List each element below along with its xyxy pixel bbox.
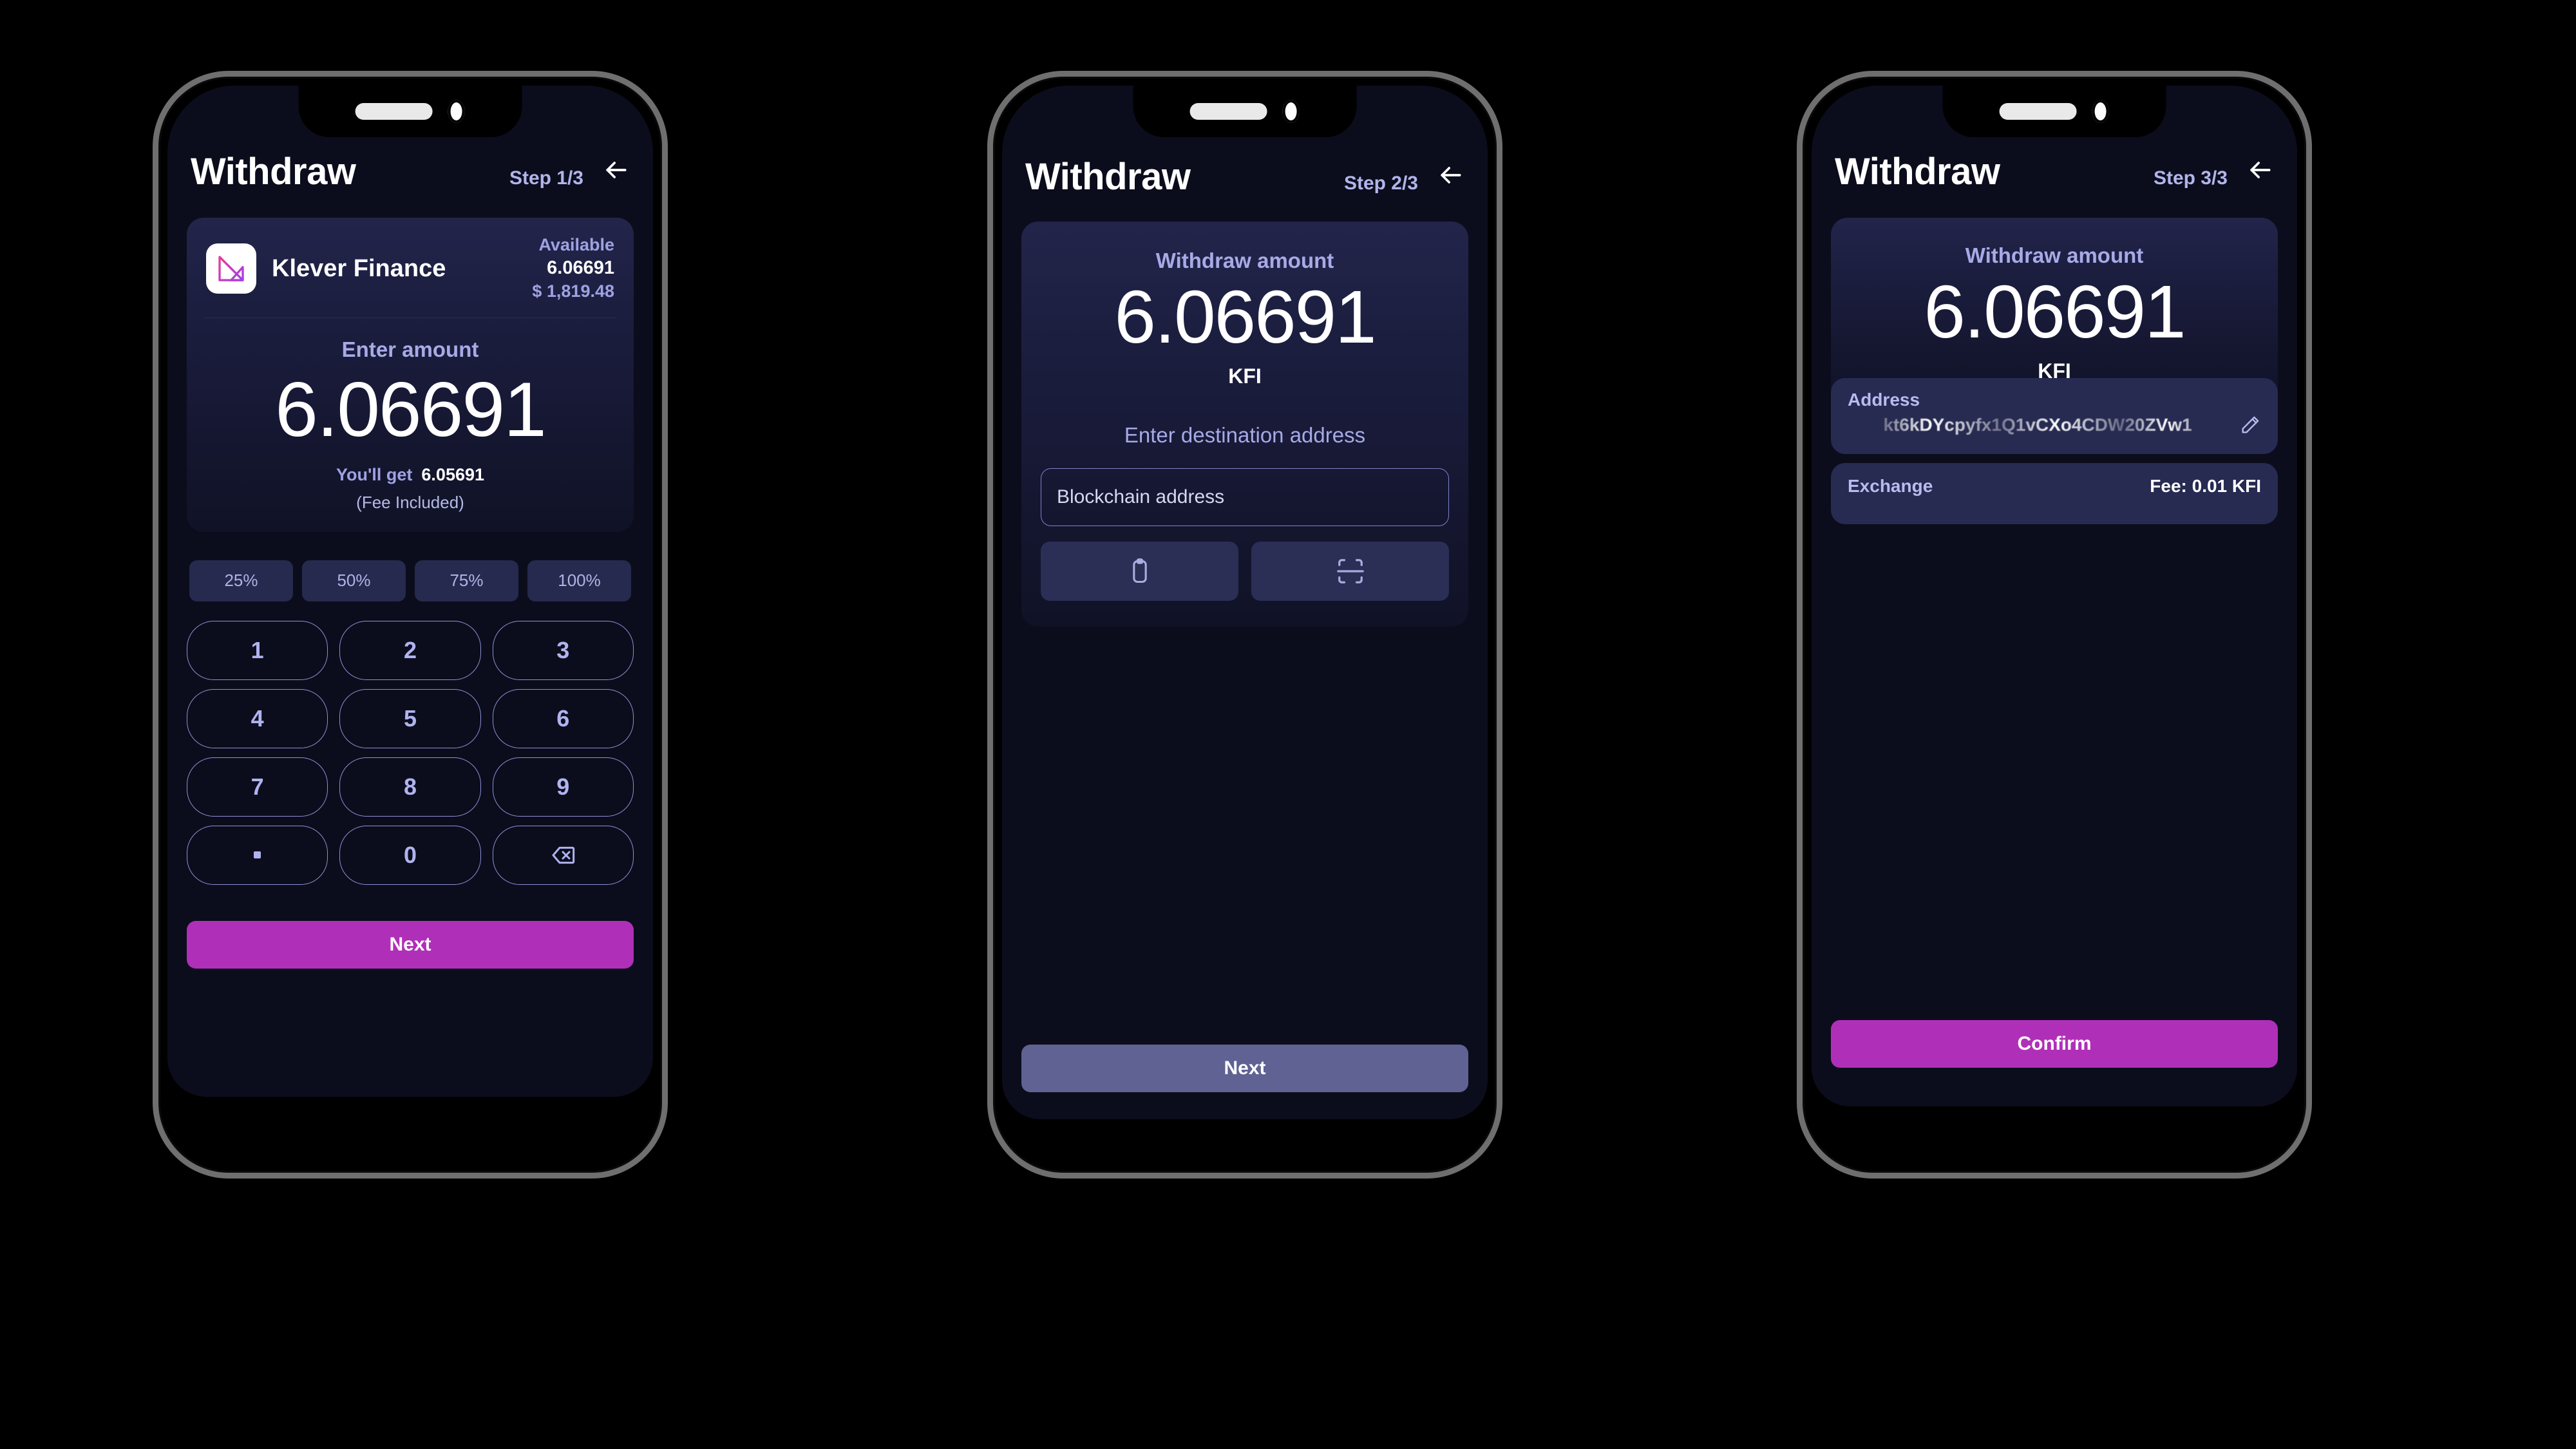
clipboard-icon (1126, 557, 1154, 585)
available-usd: $ 1,819.48 (532, 281, 614, 301)
arrow-left-icon[interactable] (601, 156, 630, 184)
withdraw-amount-value: 6.06691 (1924, 270, 2186, 354)
step-indicator: Step 3/3 (2153, 167, 2228, 189)
key-4[interactable]: 4 (187, 688, 328, 748)
phone-frame-step3: Withdraw Step 3/3 Withdraw amount 6.0669… (1797, 71, 2312, 1179)
key-6[interactable]: 6 (492, 688, 634, 748)
key-9[interactable]: 9 (492, 757, 634, 817)
phone-inner-step3: Withdraw Step 3/3 Withdraw amount 6.0669… (1812, 86, 2297, 1164)
front-camera-icon (448, 100, 465, 123)
screen-step1: Withdraw Step 1/3 Klever Finance Availab… (167, 86, 653, 1097)
phone-frame-step1: Withdraw Step 1/3 Klever Finance Availab… (153, 71, 668, 1179)
withdraw-amount-label: Withdraw amount (1965, 243, 2144, 267)
amount-card-step1: Klever Finance Available 6.06691 $ 1,819… (187, 218, 634, 532)
card-divider (204, 317, 617, 318)
address-card[interactable]: Address kt6kDYcpyfx1Q1vCXo4CDW20ZVw1 (1831, 378, 2278, 454)
qr-scan-icon (1336, 556, 1365, 586)
exchange-row: Exchange Fee: 0.01 KFI (1831, 476, 2278, 497)
phone-frame-step2: Withdraw Step 2/3 Withdraw amount 6.0669… (987, 71, 1502, 1179)
key-0[interactable]: 0 (339, 825, 481, 885)
arrow-left-icon[interactable] (2246, 156, 2274, 184)
address-actions-row (1041, 542, 1449, 601)
asset-row: Klever Finance Available 6.06691 $ 1,819… (187, 218, 634, 308)
address-input-placeholder: Blockchain address (1057, 486, 1225, 507)
percent-button-50[interactable]: 50% (302, 560, 406, 601)
address-card-label: Address (1848, 390, 1920, 410)
arrow-left-icon[interactable] (1436, 161, 1464, 189)
screen-step3: Withdraw Step 3/3 Withdraw amount 6.0669… (1812, 86, 2297, 1106)
destination-address-label: Enter destination address (1124, 423, 1366, 447)
ticker-symbol: KFI (1228, 365, 1262, 388)
withdraw-card-step2: Withdraw amount 6.06691 KFI Enter destin… (1021, 222, 1468, 627)
percent-button-100[interactable]: 100% (527, 560, 631, 601)
exchange-label: Exchange (1848, 476, 1933, 496)
address-value: kt6kDYcpyfx1Q1vCXo4CDW20ZVw1 (1883, 415, 2192, 435)
step-indicator: Step 2/3 (1343, 173, 1418, 194)
enter-amount-label: Enter amount (341, 337, 479, 361)
confirm-button-step3[interactable]: Confirm (1831, 1020, 2278, 1068)
percent-buttons-row: 25% 50% 75% 100% (187, 560, 634, 601)
phone-notch (1133, 86, 1357, 137)
percent-button-75[interactable]: 75% (415, 560, 518, 601)
step-indicator: Step 1/3 (509, 167, 583, 189)
exchange-card: Exchange Fee: 0.01 KFI (1831, 463, 2278, 524)
speaker-grille-icon (1189, 103, 1267, 120)
available-amount: 6.06691 (547, 257, 614, 278)
speaker-grille-icon (355, 103, 433, 120)
youll-get-value: 6.05691 (421, 464, 485, 484)
klever-logo-icon (206, 243, 256, 294)
blockchain-address-input[interactable]: Blockchain address (1041, 468, 1449, 526)
backspace-icon[interactable] (492, 825, 634, 885)
key-5[interactable]: 5 (339, 688, 481, 748)
numeric-keypad: 1 2 3 4 5 6 7 8 9 0 (187, 620, 634, 885)
address-value-row: kt6kDYcpyfx1Q1vCXo4CDW20ZVw1 (1831, 414, 2278, 436)
key-7[interactable]: 7 (187, 757, 328, 817)
screen-step2: Withdraw Step 2/3 Withdraw amount 6.0669… (1002, 86, 1488, 1119)
page-title: Withdraw (191, 151, 356, 193)
page-title: Withdraw (1835, 151, 2000, 193)
withdraw-card-step3: Withdraw amount 6.06691 KFI (1831, 218, 2278, 405)
phone-inner-step2: Withdraw Step 2/3 Withdraw amount 6.0669… (1002, 86, 1488, 1164)
key-3[interactable]: 3 (492, 620, 634, 680)
key-8[interactable]: 8 (339, 757, 481, 817)
withdraw-amount-value: 6.06691 (1114, 275, 1376, 359)
youll-get-label: You'll get (336, 464, 413, 484)
page-title: Withdraw (1025, 156, 1191, 198)
screenshot-stage: Withdraw Step 1/3 Klever Finance Availab… (0, 0, 2576, 1449)
amount-value: 6.06691 (275, 366, 547, 453)
phone-notch (298, 86, 522, 137)
asset-name: Klever Finance (272, 254, 446, 282)
speaker-grille-icon (1999, 103, 2077, 120)
next-button-step2[interactable]: Next (1021, 1045, 1468, 1092)
phone-notch (1942, 86, 2166, 137)
phone-inner-step1: Withdraw Step 1/3 Klever Finance Availab… (167, 86, 653, 1164)
key-2[interactable]: 2 (339, 620, 481, 680)
key-decimal-point[interactable] (187, 825, 328, 885)
available-block: Available 6.06691 $ 1,819.48 (532, 234, 614, 303)
available-label: Available (538, 235, 614, 254)
front-camera-icon (1282, 100, 1300, 123)
percent-button-25[interactable]: 25% (189, 560, 293, 601)
key-1[interactable]: 1 (187, 620, 328, 680)
scan-qr-button[interactable] (1251, 542, 1449, 601)
paste-address-button[interactable] (1041, 542, 1238, 601)
youll-get-row: You'll get 6.05691 (187, 465, 634, 485)
withdraw-amount-label: Withdraw amount (1155, 249, 1334, 272)
front-camera-icon (2092, 100, 2109, 123)
exchange-fee: Fee: 0.01 KFI (2150, 476, 2261, 496)
next-button-step1[interactable]: Next (187, 920, 634, 969)
fee-included-note: (Fee Included) (356, 492, 464, 512)
pencil-icon[interactable] (2239, 414, 2261, 436)
